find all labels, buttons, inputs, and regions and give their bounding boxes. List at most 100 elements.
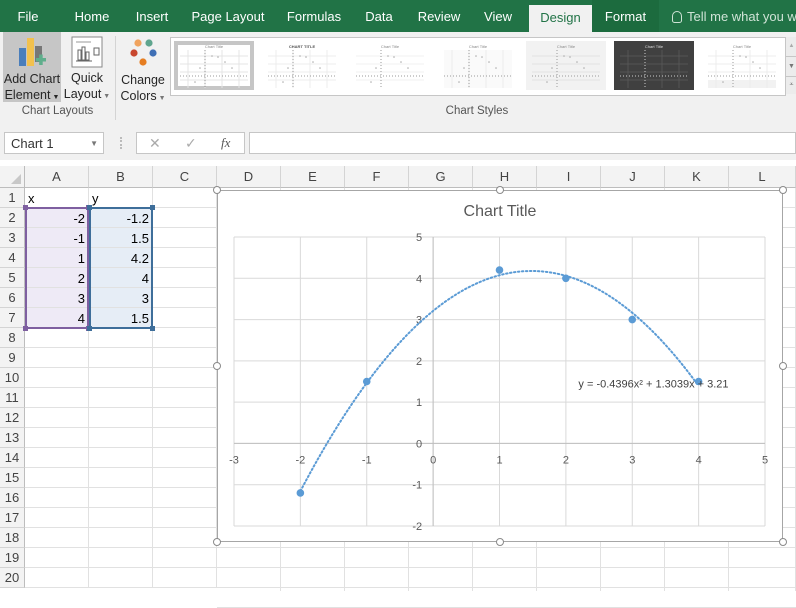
column-header-g[interactable]: G <box>409 166 473 188</box>
column-header-j[interactable]: J <box>601 166 665 188</box>
range-resize-handle[interactable] <box>87 205 92 210</box>
row-header-20[interactable]: 20 <box>0 568 25 588</box>
chart-resize-handle[interactable] <box>496 186 504 194</box>
range-resize-handle[interactable] <box>23 326 28 331</box>
row-header-13[interactable]: 13 <box>0 428 25 448</box>
cell-a19[interactable] <box>25 548 89 568</box>
row-header-14[interactable]: 14 <box>0 448 25 468</box>
tab-view[interactable]: View <box>476 0 520 32</box>
quick-layout-button[interactable]: Quick Layout ▼ <box>63 32 111 102</box>
cell-c5[interactable] <box>153 268 217 288</box>
insert-function-icon[interactable]: fx <box>221 133 230 153</box>
tab-format[interactable]: Format <box>592 0 659 32</box>
row-header-15[interactable]: 15 <box>0 468 25 488</box>
tell-me-search[interactable]: Tell me what you want to do <box>672 0 796 32</box>
cell-c7[interactable] <box>153 308 217 328</box>
cell-b2[interactable]: -1.2 <box>89 208 153 228</box>
cell-b4[interactable]: 4.2 <box>89 248 153 268</box>
chart-resize-handle[interactable] <box>779 538 787 546</box>
column-header-a[interactable]: A <box>25 166 89 188</box>
cell-a18[interactable] <box>25 528 89 548</box>
chart-resize-handle[interactable] <box>213 362 221 370</box>
column-header-d[interactable]: D <box>217 166 281 188</box>
change-colors-button[interactable]: Change Colors ▼ <box>118 32 168 103</box>
cell-a5[interactable]: 2 <box>25 268 89 288</box>
row-header-10[interactable]: 10 <box>0 368 25 388</box>
cell-a14[interactable] <box>25 448 89 468</box>
tab-formulas[interactable]: Formulas <box>280 0 348 32</box>
cell-c13[interactable] <box>153 428 217 448</box>
cell-b3[interactable]: 1.5 <box>89 228 153 248</box>
chart-style-thumbnail[interactable]: Chart Title <box>174 41 254 90</box>
cell-a7[interactable]: 4 <box>25 308 89 328</box>
scroll-up-icon[interactable]: ▲ <box>786 37 796 57</box>
row-header-2[interactable]: 2 <box>0 208 25 228</box>
cell-c3[interactable] <box>153 228 217 248</box>
row-header-11[interactable]: 11 <box>0 388 25 408</box>
cell-a13[interactable] <box>25 428 89 448</box>
row-header-17[interactable]: 17 <box>0 508 25 528</box>
chart-title[interactable]: Chart Title <box>464 203 537 220</box>
data-point[interactable] <box>362 377 371 386</box>
cell-b6[interactable]: 3 <box>89 288 153 308</box>
range-resize-handle[interactable] <box>23 205 28 210</box>
chart-styles-scrollbar[interactable]: ▲ ▼ ⩡ <box>785 37 796 94</box>
data-point[interactable] <box>562 274 570 283</box>
row-header-19[interactable]: 19 <box>0 548 25 568</box>
row-header-16[interactable]: 16 <box>0 488 25 508</box>
cell-b5[interactable]: 4 <box>89 268 153 288</box>
cell-b10[interactable] <box>89 368 153 388</box>
cell-b19[interactable] <box>89 548 153 568</box>
column-header-l[interactable]: L <box>729 166 796 188</box>
formula-input[interactable] <box>249 132 796 154</box>
cell-c4[interactable] <box>153 248 217 268</box>
name-box-dropdown-icon[interactable]: ▼ <box>90 133 98 155</box>
chart-resize-handle[interactable] <box>779 186 787 194</box>
data-point[interactable] <box>296 489 305 497</box>
cell-c2[interactable] <box>153 208 217 228</box>
cell-a9[interactable] <box>25 348 89 368</box>
chart-resize-handle[interactable] <box>213 186 221 194</box>
cell-b8[interactable] <box>89 328 153 348</box>
cell-b18[interactable] <box>89 528 153 548</box>
cell-c6[interactable] <box>153 288 217 308</box>
chart-style-thumbnail[interactable]: Chart Title <box>702 41 782 90</box>
column-header-e[interactable]: E <box>281 166 345 188</box>
cell-a4[interactable]: 1 <box>25 248 89 268</box>
cell-a20[interactable] <box>25 568 89 588</box>
cell-b13[interactable] <box>89 428 153 448</box>
cell-c11[interactable] <box>153 388 217 408</box>
cell-a2[interactable]: -2 <box>25 208 89 228</box>
cell-a11[interactable] <box>25 388 89 408</box>
tab-home[interactable]: Home <box>63 0 121 32</box>
cell-a3[interactable]: -1 <box>25 228 89 248</box>
cell-b16[interactable] <box>89 488 153 508</box>
tab-data[interactable]: Data <box>356 0 402 32</box>
cell-c8[interactable] <box>153 328 217 348</box>
cell-b7[interactable]: 1.5 <box>89 308 153 328</box>
tab-design[interactable]: Design <box>529 5 592 32</box>
enter-icon[interactable]: ✓ <box>185 133 197 153</box>
range-resize-handle[interactable] <box>87 326 92 331</box>
cell-b1[interactable]: y <box>89 188 153 208</box>
tab-file[interactable]: File <box>0 0 56 32</box>
chart-style-thumbnail[interactable]: Chart Title <box>438 41 518 90</box>
range-resize-handle[interactable] <box>150 326 155 331</box>
cell-c19[interactable] <box>153 548 217 568</box>
cell-a16[interactable] <box>25 488 89 508</box>
cell-a15[interactable] <box>25 468 89 488</box>
trendline-equation-label[interactable]: y = -0.4396x² + 1.3039x + 3.21 <box>578 379 728 391</box>
cell-a6[interactable]: 3 <box>25 288 89 308</box>
column-header-k[interactable]: K <box>665 166 729 188</box>
column-header-i[interactable]: I <box>537 166 601 188</box>
select-all-corner[interactable] <box>0 166 25 188</box>
cell-a1[interactable]: x <box>25 188 89 208</box>
row-header-5[interactable]: 5 <box>0 268 25 288</box>
cell-c1[interactable] <box>153 188 217 208</box>
gallery-expand-icon[interactable]: ⩡ <box>786 77 796 95</box>
row-header-6[interactable]: 6 <box>0 288 25 308</box>
cell-b11[interactable] <box>89 388 153 408</box>
row-header-18[interactable]: 18 <box>0 528 25 548</box>
data-point[interactable] <box>628 315 637 324</box>
chart-object[interactable]: Chart Title -3 -2 -1 0 1 2 3 4 5 5 4 3 2 1 0 -1 -2 y = -0.… <box>213 186 787 546</box>
